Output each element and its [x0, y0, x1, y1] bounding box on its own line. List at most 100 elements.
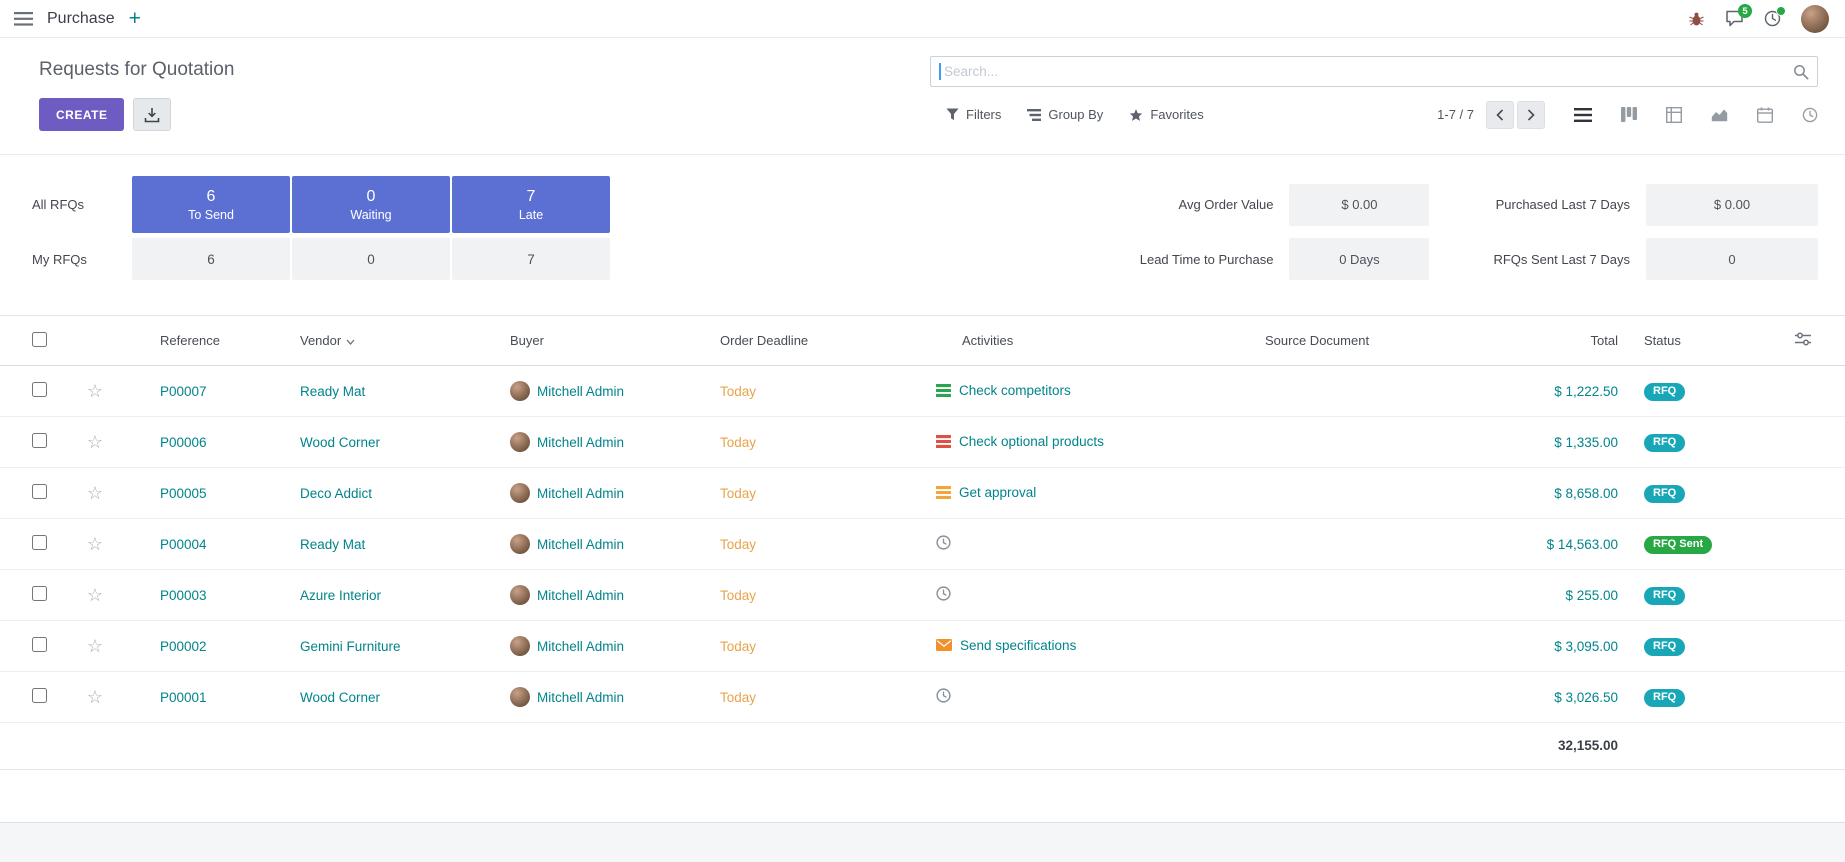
row-checkbox[interactable]: [32, 433, 47, 448]
favorite-star-icon[interactable]: ☆: [87, 585, 103, 605]
vendor-link[interactable]: Ready Mat: [300, 384, 365, 399]
column-header-source[interactable]: Source Document: [1240, 316, 1510, 366]
activity-cell[interactable]: [936, 535, 951, 550]
favorites-button[interactable]: Favorites: [1129, 107, 1203, 122]
view-activity-icon[interactable]: [1802, 107, 1818, 123]
buyer-link[interactable]: Mitchell Admin: [537, 588, 624, 603]
activity-cell[interactable]: Check competitors: [936, 383, 1071, 398]
row-checkbox[interactable]: [32, 382, 47, 397]
activity-link[interactable]: Check optional products: [959, 434, 1104, 449]
view-list-icon[interactable]: [1574, 108, 1592, 122]
view-graph-icon[interactable]: [1711, 108, 1728, 122]
favorite-star-icon[interactable]: ☆: [87, 687, 103, 707]
reference-link[interactable]: P00004: [160, 537, 207, 552]
tile-late[interactable]: 7 Late: [452, 176, 610, 233]
vendor-link[interactable]: Deco Addict: [300, 486, 372, 501]
my-tile-waiting[interactable]: 0: [292, 238, 450, 280]
column-header-total[interactable]: Total: [1510, 316, 1630, 366]
reference-link[interactable]: P00005: [160, 486, 207, 501]
row-checkbox[interactable]: [32, 586, 47, 601]
view-kanban-icon[interactable]: [1621, 107, 1637, 122]
view-pivot-icon[interactable]: [1666, 107, 1682, 123]
row-checkbox[interactable]: [32, 637, 47, 652]
rfq-row[interactable]: ☆P00004Ready MatMitchell AdminToday$ 14,…: [0, 519, 1845, 570]
activity-cell[interactable]: Send specifications: [936, 638, 1076, 653]
rfq-row[interactable]: ☆P00001Wood CornerMitchell AdminToday$ 3…: [0, 672, 1845, 723]
row-checkbox[interactable]: [32, 688, 47, 703]
row-total: $ 8,658.00: [1554, 486, 1618, 501]
app-name[interactable]: Purchase: [47, 10, 115, 28]
search-bar[interactable]: [930, 56, 1818, 87]
row-checkbox[interactable]: [32, 484, 47, 499]
reference-link[interactable]: P00007: [160, 384, 207, 399]
activity-link[interactable]: Get approval: [959, 485, 1036, 500]
reference-link[interactable]: P00003: [160, 588, 207, 603]
debug-icon[interactable]: [1688, 11, 1705, 27]
group-by-button[interactable]: Group By: [1027, 107, 1103, 122]
reference-link[interactable]: P00006: [160, 435, 207, 450]
buyer-link[interactable]: Mitchell Admin: [537, 537, 624, 552]
rfq-row[interactable]: ☆P00002Gemini FurnitureMitchell AdminTod…: [0, 621, 1845, 672]
activity-link[interactable]: Check competitors: [959, 383, 1071, 398]
favorite-star-icon[interactable]: ☆: [87, 432, 103, 452]
messages-icon[interactable]: 5: [1725, 10, 1744, 27]
my-tile-late[interactable]: 7: [452, 238, 610, 280]
buyer-link[interactable]: Mitchell Admin: [537, 486, 624, 501]
vendor-link[interactable]: Gemini Furniture: [300, 639, 401, 654]
rfq-row[interactable]: ☆ P00005 Deco Addict Mitchell Admin Today Get…: [0, 468, 1845, 519]
optional-columns-icon[interactable]: [1795, 334, 1811, 349]
user-avatar[interactable]: [1801, 5, 1829, 33]
select-all-checkbox[interactable]: [32, 332, 47, 347]
activities-icon[interactable]: [1764, 10, 1781, 27]
create-button[interactable]: CREATE: [39, 98, 124, 131]
avg-order-value-label: Avg Order Value: [1179, 197, 1274, 212]
vendor-link[interactable]: Ready Mat: [300, 537, 365, 552]
reference-link[interactable]: P00001: [160, 690, 207, 705]
favorite-star-icon[interactable]: ☆: [87, 534, 103, 554]
tile-waiting[interactable]: 0 Waiting: [292, 176, 450, 233]
reference-link[interactable]: P00002: [160, 639, 207, 654]
favorite-star-icon[interactable]: ☆: [87, 483, 103, 503]
my-tile-to-send[interactable]: 6: [132, 238, 290, 280]
activity-cell[interactable]: [936, 688, 951, 703]
waiting-label: Waiting: [350, 208, 391, 222]
menu-icon[interactable]: [14, 12, 33, 26]
activity-cell[interactable]: [936, 586, 951, 601]
search-input[interactable]: [930, 56, 1818, 87]
new-tab-icon[interactable]: +: [129, 8, 141, 29]
buyer-link[interactable]: Mitchell Admin: [537, 639, 624, 654]
favorite-star-icon[interactable]: ☆: [87, 636, 103, 656]
rfq-row[interactable]: ☆P00003Azure InteriorMitchell AdminToday…: [0, 570, 1845, 621]
rfqs-sent-last-7-days-label: RFQs Sent Last 7 Days: [1493, 252, 1630, 267]
column-header-deadline[interactable]: Order Deadline: [720, 316, 930, 366]
buyer-link[interactable]: Mitchell Admin: [537, 690, 624, 705]
row-checkbox[interactable]: [32, 535, 47, 550]
status-badge: RFQ: [1644, 434, 1685, 452]
pager-next-button[interactable]: [1517, 101, 1545, 129]
column-header-status[interactable]: Status: [1630, 316, 1760, 366]
search-icon[interactable]: [1793, 64, 1809, 85]
export-button[interactable]: [133, 98, 171, 131]
activity-cell[interactable]: Check optional products: [936, 434, 1104, 449]
buyer-link[interactable]: Mitchell Admin: [537, 384, 624, 399]
filters-button[interactable]: Filters: [946, 107, 1001, 122]
activity-link[interactable]: Send specifications: [960, 638, 1076, 653]
pager-previous-button[interactable]: [1486, 101, 1514, 129]
column-header-buyer[interactable]: Buyer: [510, 316, 720, 366]
order-deadline: Today: [720, 486, 756, 501]
column-header-activities[interactable]: Activities: [930, 316, 1240, 366]
rfq-row[interactable]: ☆P00006Wood CornerMitchell AdminTodayChe…: [0, 417, 1845, 468]
favorite-star-icon[interactable]: ☆: [87, 381, 103, 401]
rfq-row[interactable]: ☆P00007Ready MatMitchell AdminTodayCheck…: [0, 366, 1845, 417]
buyer-link[interactable]: Mitchell Admin: [537, 435, 624, 450]
column-header-vendor[interactable]: Vendor: [300, 316, 510, 366]
view-calendar-icon[interactable]: [1757, 107, 1773, 123]
vendor-link[interactable]: Azure Interior: [300, 588, 381, 603]
activity-cell[interactable]: Get approval: [936, 485, 1036, 500]
vendor-link[interactable]: Wood Corner: [300, 435, 380, 450]
buyer-avatar: [510, 432, 530, 452]
tile-to-send[interactable]: 6 To Send: [132, 176, 290, 233]
rfqs-sent-last-7-days: 0: [1646, 238, 1818, 280]
column-header-reference[interactable]: Reference: [130, 316, 300, 366]
vendor-link[interactable]: Wood Corner: [300, 690, 380, 705]
